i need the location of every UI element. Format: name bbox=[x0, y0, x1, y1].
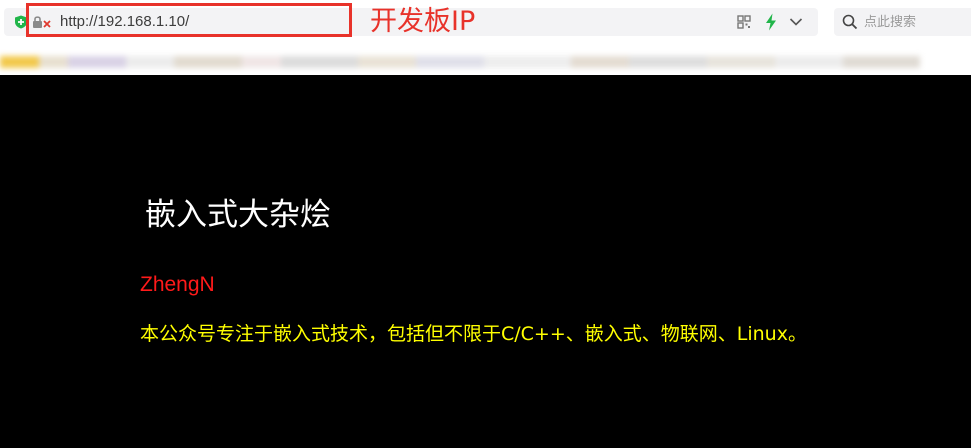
qr-code-icon[interactable] bbox=[737, 15, 751, 29]
page-title: 嵌入式大杂烩 bbox=[145, 197, 331, 233]
search-icon[interactable] bbox=[842, 14, 858, 30]
chevron-down-icon[interactable] bbox=[789, 16, 803, 28]
annotation-label: 开发板IP bbox=[370, 6, 476, 37]
blurred-bookmarks bbox=[0, 56, 921, 68]
page-description: 本公众号专注于嵌入式技术，包括但不限于C/C++、嵌入式、物联网、Linux。 bbox=[140, 323, 807, 345]
search-box[interactable] bbox=[834, 8, 971, 36]
page-content: 嵌入式大杂烩 ZhengN 本公众号专注于嵌入式技术，包括但不限于C/C++、嵌… bbox=[0, 75, 971, 448]
bookmark-bar bbox=[0, 44, 971, 75]
browser-toolbar: http://192.168.1.10/ 开发板IP bbox=[0, 0, 971, 44]
url-highlight-box bbox=[26, 3, 352, 37]
lightning-icon[interactable] bbox=[764, 13, 778, 31]
author-name: ZhengN bbox=[140, 273, 215, 296]
search-input[interactable] bbox=[864, 8, 964, 36]
